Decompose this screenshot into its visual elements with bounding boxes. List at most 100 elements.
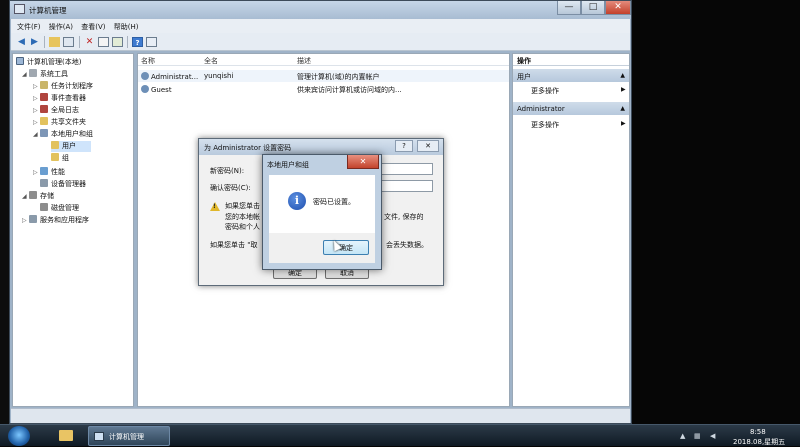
menu-view[interactable]: 查看(V) bbox=[81, 22, 105, 32]
more-actions-administrator[interactable]: 更多操作 ▶ bbox=[531, 120, 626, 130]
computer-management-icon bbox=[94, 432, 104, 441]
warning-text-line1: 如果您单击 bbox=[225, 202, 260, 210]
minimize-button[interactable]: — bbox=[557, 1, 581, 15]
device-manager-icon bbox=[40, 179, 48, 187]
expand-arrow-icon[interactable]: ▷ bbox=[22, 215, 29, 226]
help-icon[interactable]: ? bbox=[132, 37, 143, 47]
dialog-close-button[interactable]: ✕ bbox=[417, 140, 439, 152]
message-box-title: 本地用户和组 bbox=[267, 161, 309, 169]
description-cell: 供来宾访问计算机或访问域的内... bbox=[297, 86, 402, 94]
taskbar: 计算机管理 ▲ ▦ ◀ 8:58 2018.08,星期五 bbox=[0, 424, 800, 446]
message-text: 密码已设置。 bbox=[313, 198, 355, 206]
navigation-tree: 计算机管理(本地) ◢ 系统工具 ▷ 任务计划程序 ▷ 事件查看器 ▷ 全局日志 ▷ 共享… bbox=[12, 53, 134, 407]
app-icon bbox=[14, 4, 25, 14]
back-arrow-icon[interactable]: ◀ bbox=[16, 37, 27, 47]
more-actions-users[interactable]: 更多操作 ▶ bbox=[531, 86, 626, 96]
message-box-footer: 确定 bbox=[269, 233, 375, 263]
info-icon: i bbox=[288, 192, 306, 210]
toolbar-separator bbox=[44, 36, 45, 48]
folder-icon bbox=[51, 153, 59, 161]
tree-item-local-users-groups[interactable]: ◢ 本地用户和组 bbox=[33, 129, 93, 140]
event-log-icon bbox=[40, 93, 48, 101]
tree-item-full-log[interactable]: ▷ 全局日志 bbox=[33, 105, 79, 116]
dialog-help-button[interactable]: ? bbox=[395, 140, 413, 152]
forward-arrow-icon[interactable]: ▶ bbox=[29, 37, 40, 47]
confirm-password-field[interactable] bbox=[373, 180, 433, 192]
close-button[interactable]: ✕ bbox=[605, 1, 631, 15]
tree-item-storage[interactable]: ◢ 存储 bbox=[22, 191, 54, 202]
view-icon[interactable] bbox=[146, 37, 157, 47]
export-icon[interactable] bbox=[112, 37, 123, 47]
list-row-guest[interactable]: Guest 供来宾访问计算机或访问域的内... bbox=[138, 83, 509, 95]
tree-item-disk-management[interactable]: 磁盘管理 bbox=[40, 203, 79, 214]
storage-icon bbox=[29, 191, 37, 199]
tree-item-device-manager[interactable]: 设备管理器 bbox=[40, 179, 86, 190]
tree-item-users[interactable]: 用户 bbox=[51, 141, 91, 152]
menu-bar: 文件(F) 操作(A) 查看(V) 帮助(H) bbox=[11, 19, 630, 33]
actions-section-users[interactable]: 用户 ▲ bbox=[513, 69, 629, 82]
title-bar[interactable]: 计算机管理 bbox=[10, 1, 631, 19]
computer-icon bbox=[16, 57, 24, 65]
tree-item-shared-folders[interactable]: ▷ 共享文件夹 bbox=[33, 117, 86, 128]
expand-arrow-icon[interactable]: ▷ bbox=[33, 117, 40, 128]
message-box-close-button[interactable]: ✕ bbox=[347, 155, 379, 169]
collapse-arrow-icon[interactable]: ◢ bbox=[33, 129, 40, 140]
collapse-arrow-icon[interactable]: ◢ bbox=[22, 191, 29, 202]
up-folder-icon[interactable] bbox=[49, 37, 60, 47]
actions-pane: 操作 用户 ▲ 更多操作 ▶ Administrator ▲ 更多操作 ▶ bbox=[512, 53, 630, 407]
performance-icon bbox=[40, 167, 48, 175]
list-row-administrator[interactable]: Administrat... yunqishi 管理计算机(域)的内置帐户 bbox=[138, 70, 509, 82]
column-header-fullname[interactable]: 全名 bbox=[204, 56, 218, 66]
tree-item-task-scheduler[interactable]: ▷ 任务计划程序 bbox=[33, 81, 93, 92]
bottom-text-right: 会丢失数据。 bbox=[386, 241, 428, 249]
maximize-button[interactable]: □ bbox=[581, 1, 605, 15]
show-tree-icon[interactable] bbox=[63, 37, 74, 47]
actions-section-administrator[interactable]: Administrator ▲ bbox=[513, 102, 629, 115]
menu-action[interactable]: 操作(A) bbox=[49, 22, 73, 32]
list-header: 名称 全名 描述 bbox=[138, 54, 509, 66]
toolbar-separator bbox=[79, 36, 80, 48]
start-button[interactable] bbox=[8, 426, 30, 446]
actions-title: 操作 bbox=[513, 54, 629, 66]
network-icon[interactable]: ▦ bbox=[694, 432, 701, 440]
column-header-description[interactable]: 描述 bbox=[297, 56, 311, 66]
expand-arrow-icon[interactable]: ▷ bbox=[33, 81, 40, 92]
clock-time[interactable]: 8:58 bbox=[750, 428, 766, 436]
expand-arrow-icon[interactable]: ▷ bbox=[33, 93, 40, 104]
menu-help[interactable]: 帮助(H) bbox=[114, 22, 139, 32]
explorer-taskbar-button[interactable] bbox=[50, 426, 80, 446]
user-icon bbox=[141, 72, 149, 80]
clock-icon bbox=[40, 81, 48, 89]
expand-arrow-icon[interactable]: ▷ bbox=[33, 105, 40, 116]
column-header-name[interactable]: 名称 bbox=[141, 56, 155, 66]
new-password-label: 新密码(N): bbox=[210, 167, 245, 175]
tree-item-root[interactable]: 计算机管理(本地) bbox=[16, 57, 81, 68]
computer-management-taskbar-button[interactable]: 计算机管理 bbox=[88, 426, 170, 446]
folder-icon bbox=[51, 141, 59, 149]
desktop-edge bbox=[0, 0, 9, 424]
menu-file[interactable]: 文件(F) bbox=[17, 22, 41, 32]
properties-icon[interactable] bbox=[98, 37, 109, 47]
delete-icon[interactable]: ✕ bbox=[84, 37, 95, 47]
tree-item-services-apps[interactable]: ▷ 服务和应用程序 bbox=[22, 215, 89, 226]
confirm-password-label: 确认密码(C): bbox=[210, 184, 251, 192]
tree-item-event-viewer[interactable]: ▷ 事件查看器 bbox=[33, 93, 86, 104]
tray-up-arrow-icon[interactable]: ▲ bbox=[680, 432, 685, 440]
collapse-arrow-icon: ▲ bbox=[620, 105, 625, 112]
tree-item-groups[interactable]: 组 bbox=[51, 153, 69, 164]
status-bar bbox=[11, 408, 630, 423]
tree-item-system-tools[interactable]: ◢ 系统工具 bbox=[22, 69, 68, 80]
services-icon bbox=[29, 215, 37, 223]
new-password-field[interactable] bbox=[373, 163, 433, 175]
user-icon bbox=[141, 85, 149, 93]
warning-text-line3: 密码和个人 bbox=[225, 223, 260, 231]
shared-folder-icon bbox=[40, 117, 48, 125]
tree-item-performance[interactable]: ▷ 性能 bbox=[33, 167, 65, 178]
description-cell: 管理计算机(域)的内置帐户 bbox=[297, 73, 380, 81]
collapse-arrow-icon[interactable]: ◢ bbox=[22, 69, 29, 80]
volume-icon[interactable]: ◀ bbox=[710, 432, 715, 440]
expand-arrow-icon[interactable]: ▷ bbox=[33, 167, 40, 178]
bottom-text-left: 如果您单击 "取 bbox=[210, 241, 258, 249]
warning-text-right: 文件, 保存的 bbox=[384, 213, 424, 221]
disk-icon bbox=[40, 203, 48, 211]
